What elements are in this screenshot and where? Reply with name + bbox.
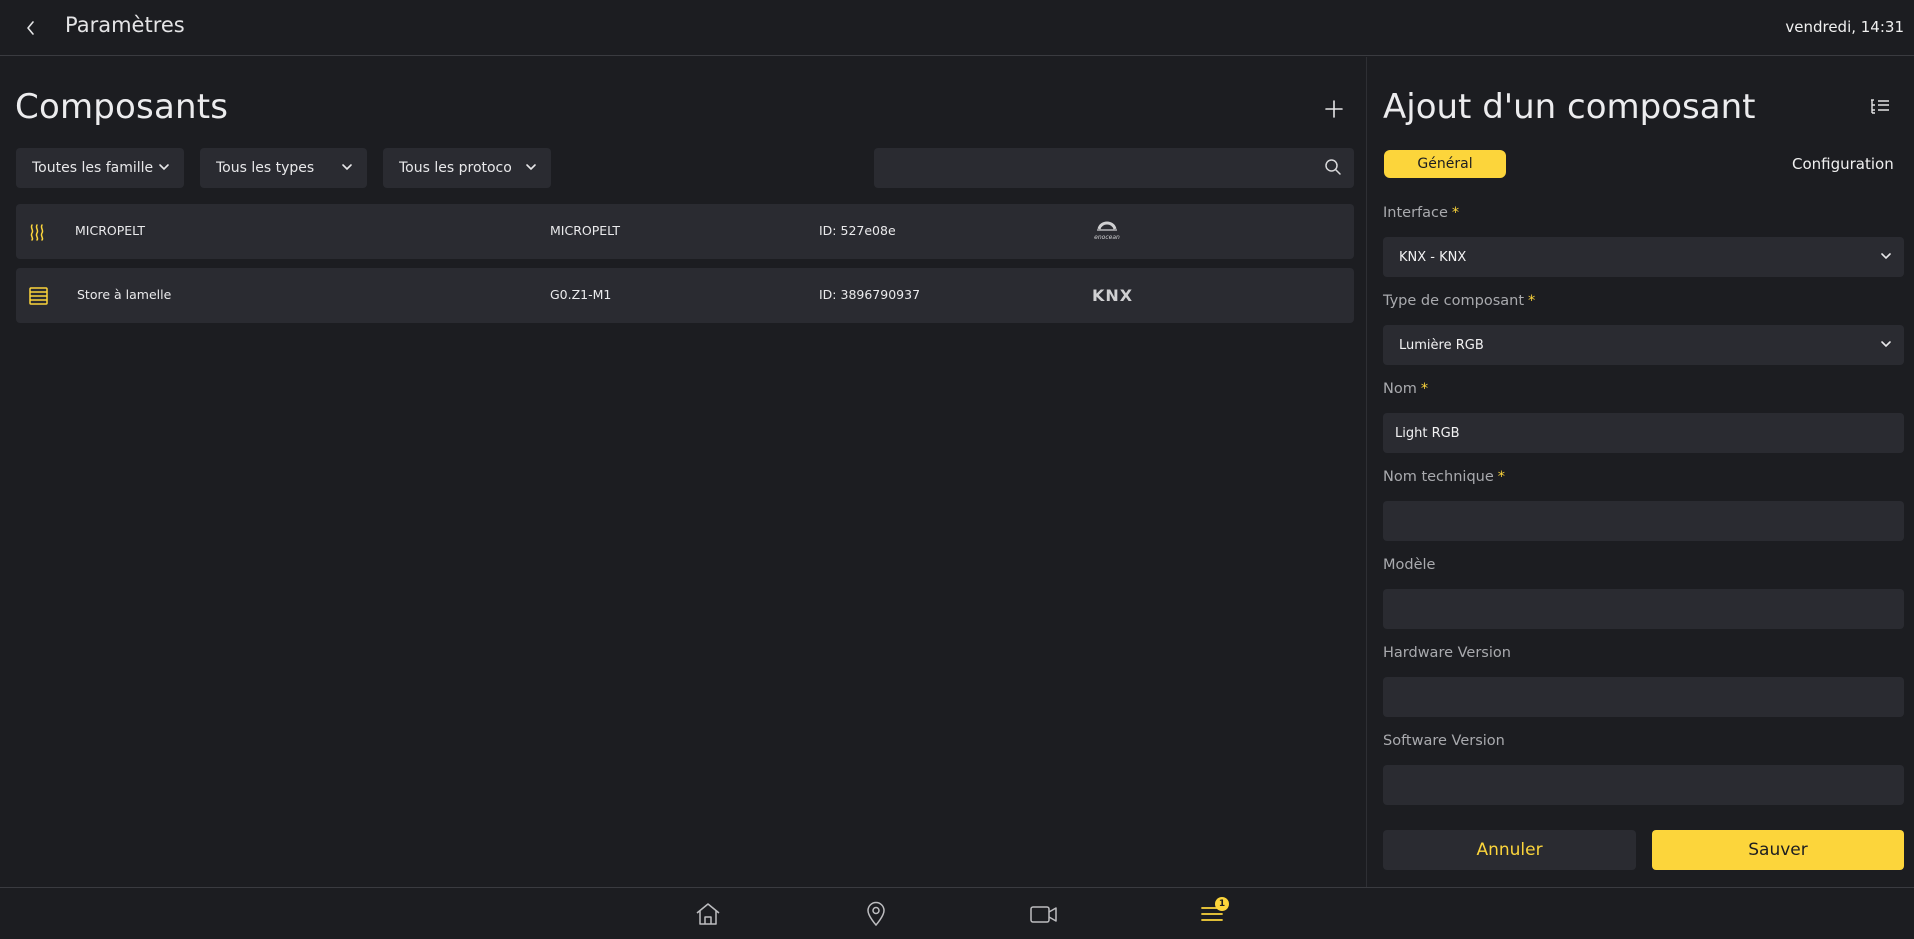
nav-menu[interactable]: 1 — [1196, 897, 1229, 929]
top-bar: Paramètres vendredi, 14:31 — [0, 0, 1914, 56]
form-title: Ajout d'un composant — [1383, 87, 1756, 127]
hardware-version-field[interactable] — [1383, 677, 1904, 717]
location-icon — [867, 901, 885, 927]
nav-camera[interactable] — [1028, 899, 1060, 929]
protocol-filter-select[interactable]: Tous les protocoles — [383, 148, 551, 188]
interface-value: KNX - KNX — [1399, 249, 1467, 265]
chevron-down-icon — [526, 164, 536, 171]
component-type-value: Lumière RGB — [1399, 337, 1484, 353]
type-filter-select[interactable]: Tous les types — [200, 148, 367, 188]
add-component-form: Ajout d'un composant Général Configurati… — [1367, 57, 1914, 887]
type-filter-label: Tous les types — [216, 160, 315, 176]
interface-select[interactable]: KNX - KNX — [1383, 237, 1904, 277]
camera-icon — [1030, 906, 1057, 923]
tab-general[interactable]: Général — [1384, 150, 1506, 178]
required-marker: * — [1528, 293, 1536, 309]
add-component-button[interactable] — [1320, 95, 1348, 123]
protocol-filter-label: Tous les protocoles — [399, 160, 511, 176]
list-tree-icon — [1871, 99, 1889, 114]
chevron-left-icon — [27, 21, 34, 35]
required-marker: * — [1497, 469, 1506, 485]
plus-icon — [1325, 100, 1343, 118]
nav-home[interactable] — [692, 899, 724, 929]
cancel-button[interactable]: Annuler — [1383, 830, 1636, 870]
chevron-down-icon — [1881, 341, 1891, 348]
required-marker: * — [1451, 205, 1460, 221]
save-button[interactable]: Sauver — [1652, 830, 1904, 870]
notification-badge: 1 — [1215, 897, 1229, 911]
back-button[interactable] — [18, 14, 42, 42]
family-filter-select[interactable]: Toutes les famille — [16, 148, 184, 188]
heater-icon — [30, 224, 44, 241]
svg-text:KNX: KNX — [1092, 286, 1133, 305]
hardware-version-label: Hardware Version — [1383, 645, 1511, 661]
technical-name-label: Nom technique * — [1383, 469, 1506, 485]
technical-name-field[interactable] — [1383, 501, 1904, 541]
component-name: Store à lamelle — [77, 287, 172, 302]
interface-label: Interface * — [1383, 205, 1460, 221]
tab-configuration[interactable]: Configuration — [1792, 155, 1894, 173]
bottom-navigation: 1 — [0, 887, 1914, 939]
family-filter-label: Toutes les famille — [32, 160, 154, 176]
name-value: Light RGB — [1395, 425, 1460, 441]
type-label: Type de composant * — [1383, 293, 1536, 309]
components-panel: Composants Toutes les famille Tous les t… — [0, 57, 1366, 887]
component-type-select[interactable]: Lumière RGB — [1383, 325, 1904, 365]
name-field[interactable]: Light RGB — [1383, 413, 1904, 453]
required-marker: * — [1420, 381, 1429, 397]
component-id: ID: 3896790937 — [819, 287, 921, 302]
date-time: vendredi, 14:31 — [1785, 18, 1904, 36]
component-row[interactable]: Store à lamelle G0.Z1-M1 ID: 3896790937 … — [16, 268, 1354, 323]
model-field[interactable] — [1383, 589, 1904, 629]
list-view-button[interactable] — [1869, 97, 1891, 121]
chevron-down-icon — [1881, 253, 1891, 260]
search-box — [874, 148, 1354, 188]
enocean-logo: enocean — [1090, 218, 1124, 245]
component-row[interactable]: MICROPELT MICROPELT ID: 527e08e enocean — [16, 204, 1354, 259]
nav-location[interactable] — [860, 899, 892, 929]
component-id: ID: 527e08e — [819, 223, 896, 238]
software-version-field[interactable] — [1383, 765, 1904, 805]
svg-text:enocean: enocean — [1094, 234, 1120, 241]
chevron-down-icon — [342, 164, 352, 171]
model-label: Modèle — [1383, 557, 1436, 573]
component-model: G0.Z1-M1 — [550, 287, 612, 302]
knx-logo: KNX — [1090, 282, 1134, 311]
search-input[interactable] — [874, 148, 1354, 188]
component-name: MICROPELT — [75, 223, 146, 238]
page-title: Paramètres — [65, 13, 185, 37]
home-icon — [696, 903, 720, 925]
component-model: MICROPELT — [550, 223, 621, 238]
chevron-down-icon — [159, 164, 169, 171]
search-icon[interactable] — [1324, 158, 1342, 176]
blind-icon — [29, 287, 48, 305]
components-title: Composants — [15, 87, 229, 127]
software-version-label: Software Version — [1383, 733, 1505, 749]
name-label: Nom * — [1383, 381, 1429, 397]
